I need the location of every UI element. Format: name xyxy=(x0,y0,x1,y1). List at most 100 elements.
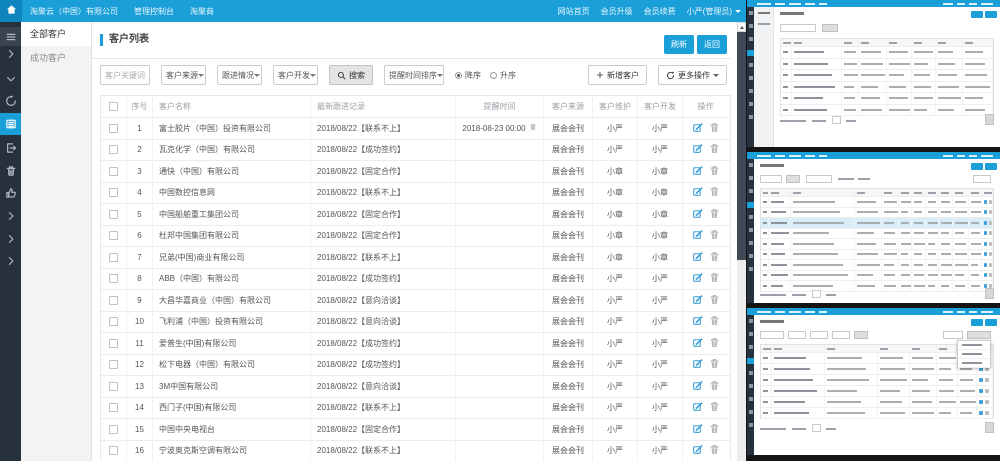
edit-icon[interactable] xyxy=(692,315,703,328)
topbar-menu: 淘聚云（中国）有限公司 管理控制台 淘聚商 xyxy=(30,0,214,22)
user-menu[interactable]: 小严(管理员) xyxy=(687,6,741,17)
sort-asc-radio[interactable]: 升序 xyxy=(490,70,516,81)
edit-icon[interactable] xyxy=(692,208,703,221)
row-checkbox[interactable] xyxy=(109,124,118,133)
row-checkbox-cell xyxy=(101,161,127,182)
home-icon[interactable] xyxy=(0,0,22,22)
edit-icon[interactable] xyxy=(692,401,703,414)
topbar-right-item-2[interactable]: 会员续费 xyxy=(644,6,676,17)
trash-icon[interactable] xyxy=(709,294,720,307)
row-checkbox[interactable] xyxy=(109,145,118,154)
sidebar-trash-icon[interactable] xyxy=(0,161,21,180)
sub-sidebar-item-1[interactable]: 成功客户 xyxy=(21,46,91,70)
trash-icon[interactable] xyxy=(709,337,720,350)
edit-icon[interactable] xyxy=(692,272,703,285)
row-checkbox[interactable] xyxy=(109,339,118,348)
scroll-up-arrow-icon[interactable] xyxy=(737,22,746,32)
thumbnail-button xyxy=(971,163,983,170)
source-select[interactable]: 客户来源 xyxy=(161,65,206,85)
thumbnail-sub-sidebar xyxy=(754,7,774,147)
select-all-checkbox[interactable] xyxy=(109,102,118,111)
sidebar-chevron-right-icon[interactable] xyxy=(0,229,21,248)
row-checkbox[interactable] xyxy=(109,296,118,305)
trash-icon[interactable] xyxy=(709,186,720,199)
screenshot-thumbnail-3[interactable] xyxy=(747,308,1000,455)
remind-delete-icon[interactable] xyxy=(529,123,537,133)
edit-icon[interactable] xyxy=(692,358,703,371)
row-checkbox[interactable] xyxy=(109,231,118,240)
keyword-input[interactable] xyxy=(100,65,150,85)
topbar-right-item-1[interactable]: 会员升级 xyxy=(601,6,633,17)
scrollbar-thumb[interactable] xyxy=(737,32,746,260)
table-row: 10飞利浦（中国）投资有限公司2018/08/22【意向洽谈】展会会刊小严小严 xyxy=(101,312,730,334)
edit-icon[interactable] xyxy=(692,294,703,307)
trash-icon[interactable] xyxy=(709,272,720,285)
row-checkbox[interactable] xyxy=(109,382,118,391)
row-checkbox[interactable] xyxy=(109,253,118,262)
developer-select[interactable]: 客户开发 xyxy=(273,65,318,85)
edit-icon[interactable] xyxy=(692,122,703,135)
row-checkbox[interactable] xyxy=(109,274,118,283)
trash-icon[interactable] xyxy=(709,315,720,328)
edit-icon[interactable] xyxy=(692,165,703,178)
screenshot-thumbnail-1[interactable] xyxy=(747,0,1000,147)
sort-desc-radio[interactable]: 降序 xyxy=(455,70,481,81)
sidebar-customer-list-icon[interactable] xyxy=(0,113,21,135)
trash-icon[interactable] xyxy=(709,401,720,414)
cell-actions xyxy=(683,290,728,311)
sidebar-chevron-right-icon[interactable] xyxy=(0,206,21,225)
edit-icon[interactable] xyxy=(692,380,703,393)
sidebar-chevron-right-icon[interactable] xyxy=(0,251,21,270)
trash-icon[interactable] xyxy=(709,165,720,178)
search-button[interactable]: 搜索 xyxy=(329,65,373,85)
edit-icon[interactable] xyxy=(692,423,703,436)
sidebar-chevron-down-icon[interactable] xyxy=(0,69,21,88)
trash-icon[interactable] xyxy=(709,444,720,457)
topbar-menu-item-2[interactable]: 淘聚商 xyxy=(190,6,214,17)
row-checkbox[interactable] xyxy=(109,403,118,412)
sub-sidebar-item-0[interactable]: 全部客户 xyxy=(21,22,91,46)
row-checkbox[interactable] xyxy=(109,210,118,219)
sort-select[interactable]: 提醒时间排序 xyxy=(384,65,444,85)
cell-follow-record: 2018/08/22【固定合作】 xyxy=(311,226,456,247)
edit-icon[interactable] xyxy=(692,444,703,457)
row-checkbox[interactable] xyxy=(109,446,118,455)
topbar-menu-item-1[interactable]: 管理控制台 xyxy=(134,6,174,17)
sidebar-sign-in-icon[interactable] xyxy=(0,91,21,110)
edit-icon[interactable] xyxy=(692,186,703,199)
vertical-scrollbar[interactable] xyxy=(737,22,746,461)
trash-icon[interactable] xyxy=(709,208,720,221)
row-checkbox[interactable] xyxy=(109,167,118,176)
trash-icon[interactable] xyxy=(709,251,720,264)
thumbnail-button xyxy=(985,11,997,18)
edit-icon[interactable] xyxy=(692,251,703,264)
trash-icon[interactable] xyxy=(709,358,720,371)
screenshot-thumbnail-2[interactable] xyxy=(747,152,1000,303)
row-checkbox[interactable] xyxy=(109,317,118,326)
thumbnail-right-button xyxy=(943,331,963,339)
caret-down-icon xyxy=(713,74,719,77)
add-customer-button[interactable]: 新增客户 xyxy=(588,65,647,85)
sidebar-thumbs-up-icon[interactable] xyxy=(0,183,21,202)
row-checkbox[interactable] xyxy=(109,360,118,369)
trash-icon[interactable] xyxy=(709,122,720,135)
sidebar-chevron-right-icon[interactable] xyxy=(0,44,21,63)
trash-icon[interactable] xyxy=(709,380,720,393)
more-actions-button[interactable]: 更多操作 xyxy=(658,65,727,85)
trash-icon[interactable] xyxy=(709,423,720,436)
topbar-right-item-0[interactable]: 网站首页 xyxy=(558,6,590,17)
row-checkbox-cell xyxy=(101,204,127,225)
back-button[interactable]: 返回 xyxy=(697,35,727,54)
row-checkbox[interactable] xyxy=(109,188,118,197)
edit-icon[interactable] xyxy=(692,337,703,350)
row-checkbox[interactable] xyxy=(109,425,118,434)
sidebar-sign-out-icon[interactable] xyxy=(0,138,21,157)
edit-icon[interactable] xyxy=(692,229,703,242)
edit-icon[interactable] xyxy=(692,143,703,156)
refresh-button[interactable]: 刷新 xyxy=(664,35,694,54)
trash-icon[interactable] xyxy=(709,143,720,156)
follow-status-select[interactable]: 跟进情况 xyxy=(217,65,262,85)
cell-developer: 小严 xyxy=(638,419,683,440)
trash-icon[interactable] xyxy=(709,229,720,242)
topbar-menu-item-0[interactable]: 淘聚云（中国）有限公司 xyxy=(30,6,118,17)
